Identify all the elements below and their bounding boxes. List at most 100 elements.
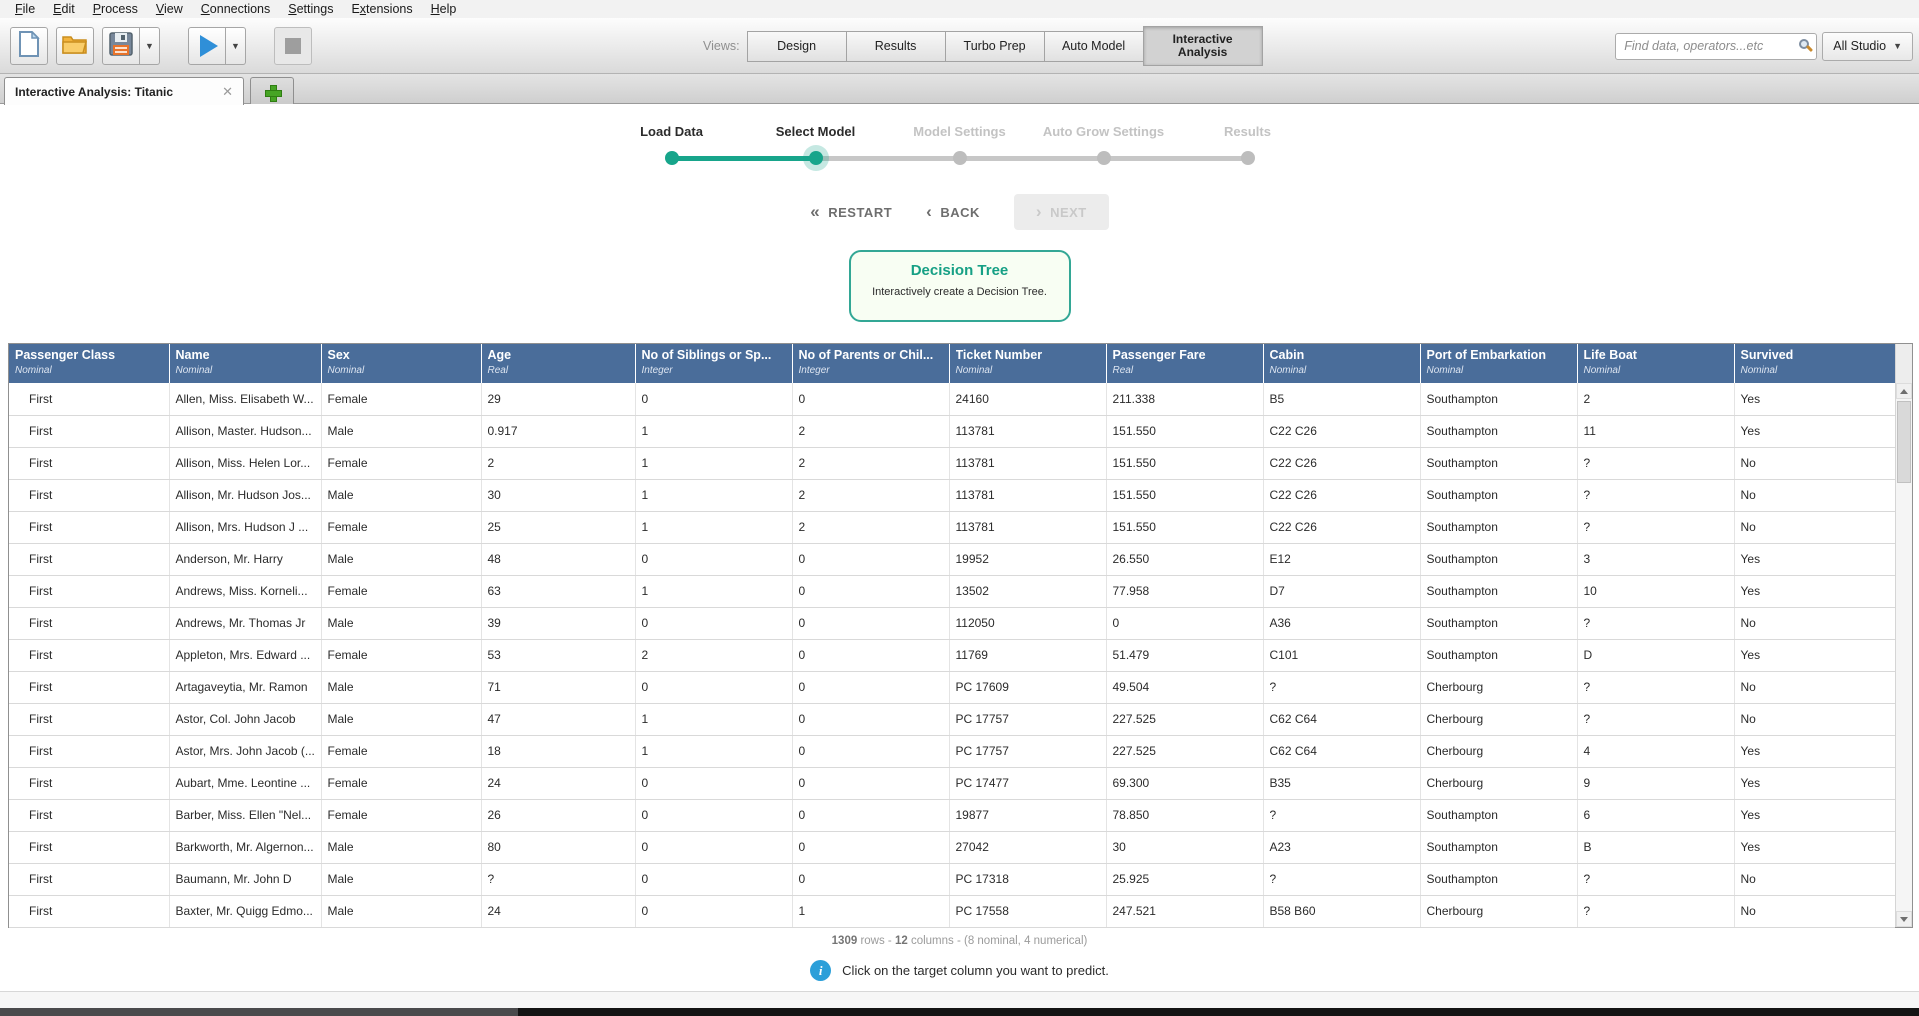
table-cell[interactable]: Yes bbox=[1734, 799, 1895, 831]
table-cell[interactable]: Male bbox=[321, 479, 481, 511]
table-cell[interactable]: No bbox=[1734, 863, 1895, 895]
table-cell[interactable]: Southampton bbox=[1420, 863, 1577, 895]
table-cell[interactable]: First bbox=[9, 639, 169, 671]
table-cell[interactable]: First bbox=[9, 607, 169, 639]
decision-tree-card[interactable]: Decision Tree Interactively create a Dec… bbox=[849, 250, 1071, 322]
table-cell[interactable]: 1 bbox=[635, 703, 792, 735]
table-cell[interactable]: 18 bbox=[481, 735, 635, 767]
table-cell[interactable]: First bbox=[9, 575, 169, 607]
table-cell[interactable]: Yes bbox=[1734, 575, 1895, 607]
table-cell[interactable]: Southampton bbox=[1420, 639, 1577, 671]
column-header-name[interactable]: NameNominal bbox=[169, 344, 321, 383]
table-cell[interactable]: 25.925 bbox=[1106, 863, 1263, 895]
table-cell[interactable]: Cherbourg bbox=[1420, 895, 1577, 927]
table-cell[interactable]: 0 bbox=[792, 863, 949, 895]
table-cell[interactable]: First bbox=[9, 767, 169, 799]
table-cell[interactable]: 4 bbox=[1577, 735, 1734, 767]
table-cell[interactable]: 113781 bbox=[949, 511, 1106, 543]
table-cell[interactable]: 2 bbox=[792, 415, 949, 447]
table-cell[interactable]: 10 bbox=[1577, 575, 1734, 607]
table-cell[interactable]: 0 bbox=[635, 767, 792, 799]
stop-button[interactable] bbox=[274, 27, 312, 65]
table-cell[interactable]: B5 bbox=[1263, 383, 1420, 415]
table-cell[interactable]: 0 bbox=[635, 831, 792, 863]
table-cell[interactable]: C22 C26 bbox=[1263, 415, 1420, 447]
table-cell[interactable]: Male bbox=[321, 607, 481, 639]
column-header-age[interactable]: AgeReal bbox=[481, 344, 635, 383]
table-cell[interactable]: First bbox=[9, 511, 169, 543]
table-cell[interactable]: Female bbox=[321, 511, 481, 543]
back-button[interactable]: ‹ BACK bbox=[926, 202, 980, 222]
table-cell[interactable]: Male bbox=[321, 415, 481, 447]
table-cell[interactable]: Yes bbox=[1734, 639, 1895, 671]
table-cell[interactable]: No bbox=[1734, 607, 1895, 639]
table-cell[interactable]: Southampton bbox=[1420, 575, 1577, 607]
table-cell[interactable]: ? bbox=[1577, 479, 1734, 511]
wizard-step-model-settings[interactable]: Model Settings bbox=[888, 124, 1032, 174]
table-cell[interactable]: 11769 bbox=[949, 639, 1106, 671]
table-cell[interactable]: 6 bbox=[1577, 799, 1734, 831]
table-cell[interactable]: 113781 bbox=[949, 479, 1106, 511]
table-cell[interactable]: 13502 bbox=[949, 575, 1106, 607]
table-cell[interactable]: 0 bbox=[792, 607, 949, 639]
table-cell[interactable]: 0 bbox=[635, 671, 792, 703]
table-cell[interactable]: Female bbox=[321, 767, 481, 799]
table-cell[interactable]: 1 bbox=[635, 479, 792, 511]
wizard-step-select-model[interactable]: Select Model bbox=[744, 124, 888, 174]
table-cell[interactable]: Female bbox=[321, 447, 481, 479]
table-cell[interactable]: Yes bbox=[1734, 543, 1895, 575]
table-cell[interactable]: PC 17318 bbox=[949, 863, 1106, 895]
table-cell[interactable]: No bbox=[1734, 479, 1895, 511]
table-cell[interactable]: Yes bbox=[1734, 415, 1895, 447]
scrollbar-track[interactable] bbox=[1896, 399, 1912, 911]
column-header-survived[interactable]: SurvivedNominal bbox=[1734, 344, 1895, 383]
table-cell[interactable]: Andrews, Miss. Korneli... bbox=[169, 575, 321, 607]
table-cell[interactable]: C62 C64 bbox=[1263, 703, 1420, 735]
menu-item-connections[interactable]: Connections bbox=[192, 2, 280, 16]
menu-item-extensions[interactable]: Extensions bbox=[342, 2, 421, 16]
table-cell[interactable]: No bbox=[1734, 671, 1895, 703]
table-cell[interactable]: Yes bbox=[1734, 767, 1895, 799]
menu-item-help[interactable]: Help bbox=[422, 2, 466, 16]
search-input[interactable] bbox=[1615, 33, 1817, 60]
table-cell[interactable]: Yes bbox=[1734, 383, 1895, 415]
view-tab-results[interactable]: Results bbox=[846, 31, 946, 62]
table-cell[interactable]: 0 bbox=[635, 543, 792, 575]
table-cell[interactable]: First bbox=[9, 831, 169, 863]
table-cell[interactable]: Southampton bbox=[1420, 543, 1577, 575]
save-dropdown-arrow[interactable]: ▼ bbox=[140, 27, 160, 65]
table-cell[interactable]: 0 bbox=[792, 383, 949, 415]
column-header-ticket-number[interactable]: Ticket NumberNominal bbox=[949, 344, 1106, 383]
table-cell[interactable]: 0 bbox=[792, 575, 949, 607]
table-cell[interactable]: 1 bbox=[635, 447, 792, 479]
table-cell[interactable]: 0 bbox=[635, 383, 792, 415]
wizard-step-auto-grow-settings[interactable]: Auto Grow Settings bbox=[1032, 124, 1176, 174]
table-cell[interactable]: 113781 bbox=[949, 447, 1106, 479]
table-cell[interactable]: Female bbox=[321, 383, 481, 415]
table-cell[interactable]: Cherbourg bbox=[1420, 767, 1577, 799]
table-cell[interactable]: C22 C26 bbox=[1263, 447, 1420, 479]
column-header-cabin[interactable]: CabinNominal bbox=[1263, 344, 1420, 383]
table-cell[interactable]: First bbox=[9, 671, 169, 703]
table-cell[interactable]: 51.479 bbox=[1106, 639, 1263, 671]
table-cell[interactable]: Southampton bbox=[1420, 383, 1577, 415]
table-cell[interactable]: Southampton bbox=[1420, 799, 1577, 831]
table-cell[interactable]: 78.850 bbox=[1106, 799, 1263, 831]
table-cell[interactable]: 0 bbox=[792, 543, 949, 575]
table-cell[interactable]: Cherbourg bbox=[1420, 671, 1577, 703]
table-cell[interactable]: 30 bbox=[1106, 831, 1263, 863]
new-tab-button[interactable] bbox=[250, 77, 294, 105]
table-cell[interactable]: D7 bbox=[1263, 575, 1420, 607]
search-icon[interactable] bbox=[1799, 39, 1809, 49]
table-cell[interactable]: 227.525 bbox=[1106, 703, 1263, 735]
table-cell[interactable]: Baxter, Mr. Quigg Edmo... bbox=[169, 895, 321, 927]
table-cell[interactable]: 2 bbox=[1577, 383, 1734, 415]
table-cell[interactable]: 227.525 bbox=[1106, 735, 1263, 767]
search-scope-dropdown[interactable]: All Studio ▼ bbox=[1822, 32, 1913, 61]
view-tab-interactive-analysis[interactable]: Interactive Analysis bbox=[1143, 26, 1263, 66]
table-cell[interactable]: Astor, Col. John Jacob bbox=[169, 703, 321, 735]
table-cell[interactable]: 27042 bbox=[949, 831, 1106, 863]
table-cell[interactable]: 9 bbox=[1577, 767, 1734, 799]
table-cell[interactable]: Barkworth, Mr. Algernon... bbox=[169, 831, 321, 863]
table-cell[interactable]: PC 17757 bbox=[949, 735, 1106, 767]
